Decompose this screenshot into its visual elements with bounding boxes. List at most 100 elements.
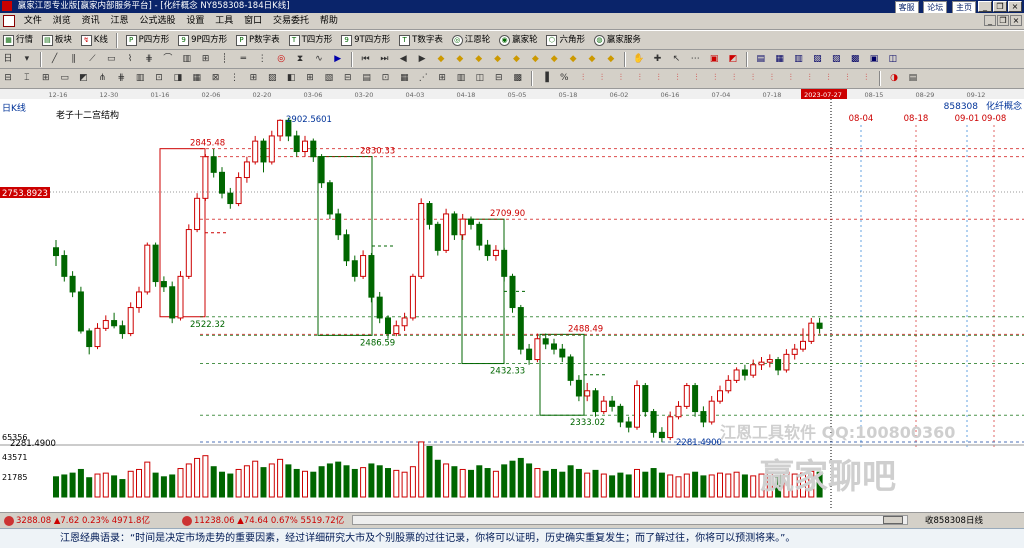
menu-tools[interactable]: 工具 [211, 13, 237, 30]
chart-1-icon[interactable]: ⫶ [576, 71, 590, 85]
status-index-1[interactable]: 3288.08 ▲7.62 0.23% 4971.8亿 [2, 515, 150, 527]
diamond-2-icon[interactable]: ◆ [453, 52, 467, 66]
horizontal-scrollbar[interactable] [352, 515, 908, 525]
next-icon[interactable]: ▶ [415, 52, 429, 66]
mark-icon[interactable]: ◩ [726, 52, 740, 66]
draw-line-icon[interactable]: ╱ [48, 52, 62, 66]
chart-15-icon[interactable]: ⫶ [840, 71, 854, 85]
chart-8-icon[interactable]: ⫶ [708, 71, 722, 85]
chart-11-icon[interactable]: ⫶ [765, 71, 779, 85]
diamond-10-icon[interactable]: ◆ [604, 52, 618, 66]
layout-4-icon[interactable]: ▧ [810, 52, 824, 66]
last-icon[interactable]: ⏭ [377, 52, 391, 66]
layout-8-icon[interactable]: ◫ [886, 52, 900, 66]
period-icon[interactable]: 日 [1, 52, 15, 66]
chart-14-icon[interactable]: ⫶ [822, 71, 836, 85]
color-wheel-icon[interactable]: ◑ [887, 71, 901, 85]
tool-25-icon[interactable]: ▥ [454, 71, 468, 85]
menu-gann[interactable]: 江恩 [107, 13, 133, 30]
kline-button[interactable]: ↯ K线 [79, 32, 110, 49]
minimize-button[interactable]: _ [978, 1, 992, 12]
layout-7-icon[interactable]: ▣ [867, 52, 881, 66]
layout-5-icon[interactable]: ▨ [829, 52, 843, 66]
draw-fan-icon[interactable]: ⟋ [85, 52, 99, 66]
p-square-button[interactable]: P P四方形 [124, 32, 172, 49]
draw-zone-icon[interactable]: ⋮ [255, 52, 269, 66]
diamond-7-icon[interactable]: ◆ [547, 52, 561, 66]
dropdown-icon[interactable]: ▾ [20, 52, 34, 66]
mdi-restore-button[interactable]: ❐ [997, 15, 1009, 26]
status-index-2[interactable]: 11238.06 ▲74.64 0.67% 5519.72亿 [180, 515, 344, 527]
draw-vertical-icon[interactable]: ┊ [218, 52, 232, 66]
9p-square-button[interactable]: 9 9P四方形 [176, 32, 229, 49]
chart-12-icon[interactable]: ⫶ [784, 71, 798, 85]
draw-hourglass-icon[interactable]: ⧗ [293, 52, 307, 66]
diamond-9-icon[interactable]: ◆ [585, 52, 599, 66]
tool-27-icon[interactable]: ⊟ [492, 71, 506, 85]
pointer-icon[interactable]: ↖ [669, 52, 683, 66]
diamond-4-icon[interactable]: ◆ [491, 52, 505, 66]
chart-3-icon[interactable]: ⫶ [614, 71, 628, 85]
tool-5-icon[interactable]: ◩ [77, 71, 91, 85]
t-number-button[interactable]: T T数字表 [397, 32, 445, 49]
chart-area[interactable]: 12-16 12-30 01-16 02-06 02-20 03-06 03-20 04-03… [0, 89, 1024, 512]
tool-1-icon[interactable]: ⊟ [1, 71, 15, 85]
chart-6-icon[interactable]: ⫶ [671, 71, 685, 85]
tool-3-icon[interactable]: ⊞ [39, 71, 53, 85]
menu-news[interactable]: 资讯 [78, 13, 104, 30]
tool-18-icon[interactable]: ▧ [322, 71, 336, 85]
menu-settings[interactable]: 设置 [182, 13, 208, 30]
tool-9-icon[interactable]: ⊡ [152, 71, 166, 85]
chart-10-icon[interactable]: ⫶ [746, 71, 760, 85]
quotes-button[interactable]: ▦ 行情 [1, 32, 35, 49]
draw-bars-icon[interactable]: ▥ [180, 52, 194, 66]
tool-14-icon[interactable]: ⊞ [246, 71, 260, 85]
diamond-5-icon[interactable]: ◆ [510, 52, 524, 66]
draw-cycle-icon[interactable]: ⌇ [123, 52, 137, 66]
draw-arc-icon[interactable]: ⌒ [161, 52, 175, 66]
hand-icon[interactable]: ✋ [632, 52, 646, 66]
tool-26-icon[interactable]: ◫ [473, 71, 487, 85]
blocks-button[interactable]: ▤ 板块 [40, 32, 74, 49]
winner-service-button[interactable]: ◍ 赢家服务 [592, 32, 643, 49]
t-square-button[interactable]: T T四方形 [287, 32, 335, 49]
mdi-minimize-button[interactable]: _ [984, 15, 996, 26]
prev-icon[interactable]: ◀ [396, 52, 410, 66]
gann-wheel-button[interactable]: ◎ 江恩轮 [450, 32, 493, 49]
chart-16-icon[interactable]: ⫶ [859, 71, 873, 85]
tool-6-icon[interactable]: ⋔ [95, 71, 109, 85]
tool-12-icon[interactable]: ⊠ [209, 71, 223, 85]
tool-2-icon[interactable]: ⌶ [20, 71, 34, 85]
draw-triangle-icon[interactable]: ▶ [331, 52, 345, 66]
tool-28-icon[interactable]: ▩ [511, 71, 525, 85]
menu-formula-select[interactable]: 公式选股 [135, 13, 179, 30]
percent-icon[interactable]: % [557, 71, 571, 85]
tool-10-icon[interactable]: ◨ [171, 71, 185, 85]
tool-16-icon[interactable]: ◧ [284, 71, 298, 85]
diamond-8-icon[interactable]: ◆ [566, 52, 580, 66]
restore-button[interactable]: ❐ [993, 1, 1007, 12]
p-number-button[interactable]: P P数字表 [234, 32, 282, 49]
chart-5-icon[interactable]: ⫶ [652, 71, 666, 85]
layout-6-icon[interactable]: ▩ [848, 52, 862, 66]
diamond-3-icon[interactable]: ◆ [472, 52, 486, 66]
tool-8-icon[interactable]: ▥ [133, 71, 147, 85]
first-icon[interactable]: ⏮ [359, 52, 373, 66]
chart-13-icon[interactable]: ⫶ [803, 71, 817, 85]
tool-23-icon[interactable]: ⋰ [416, 71, 430, 85]
chart-9-icon[interactable]: ⫶ [727, 71, 741, 85]
menu-trade[interactable]: 交易委托 [269, 13, 313, 30]
bars-chart-icon[interactable]: ▐ [538, 71, 552, 85]
draw-box-icon[interactable]: ▭ [104, 52, 118, 66]
tag-icon[interactable]: ▣ [707, 52, 721, 66]
draw-wave-icon[interactable]: ∿ [312, 52, 326, 66]
layout-2-icon[interactable]: ▦ [773, 52, 787, 66]
tool-4-icon[interactable]: ▭ [58, 71, 72, 85]
menu-file[interactable]: 文件 [20, 13, 46, 30]
tool-7-icon[interactable]: ⋕ [114, 71, 128, 85]
menu-browse[interactable]: 浏览 [49, 13, 75, 30]
tool-24-icon[interactable]: ⊞ [435, 71, 449, 85]
mdi-close-button[interactable]: × [1010, 15, 1022, 26]
draw-grid-icon[interactable]: ⋕ [142, 52, 156, 66]
draw-ruler-icon[interactable]: ⊞ [199, 52, 213, 66]
